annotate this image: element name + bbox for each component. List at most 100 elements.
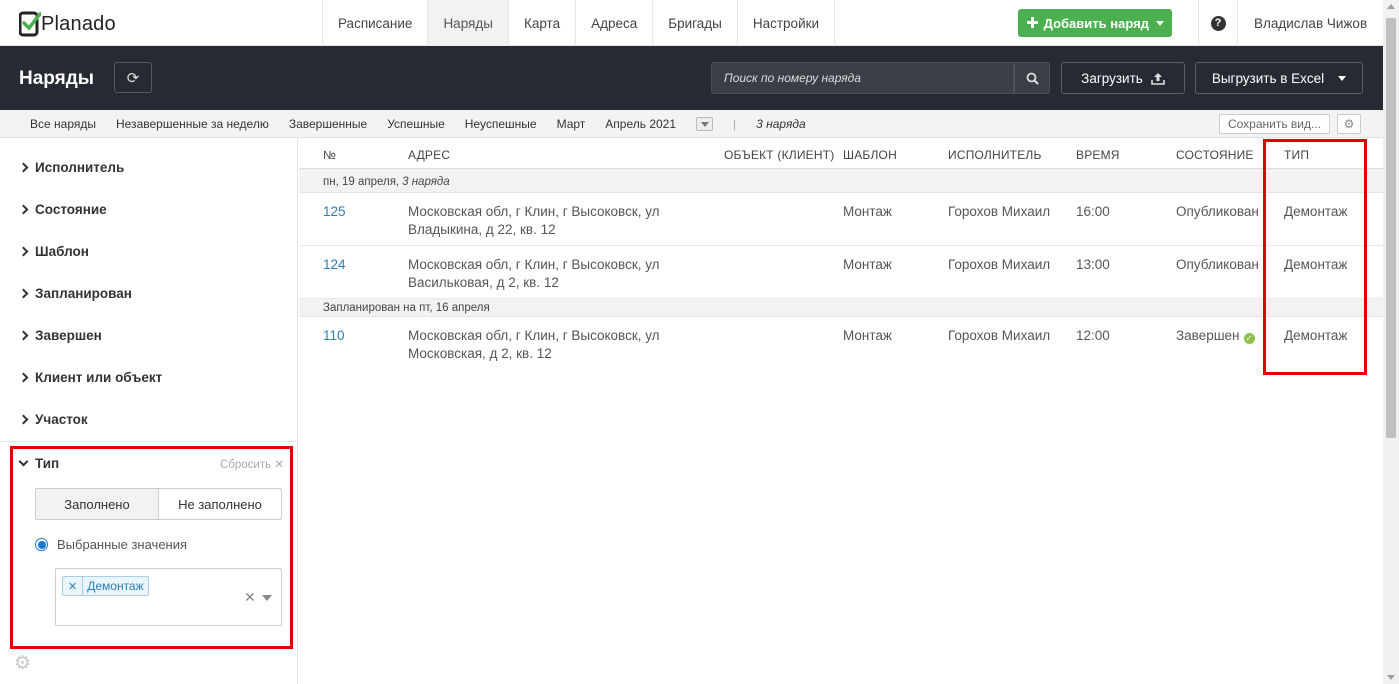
planado-logo-icon: [19, 11, 41, 37]
save-view-button[interactable]: Сохранить вид...: [1219, 114, 1330, 134]
page-scrollbar[interactable]: [1383, 0, 1399, 684]
view-settings-button[interactable]: ⚙: [1337, 114, 1361, 134]
filter-territory[interactable]: Участок: [18, 409, 88, 429]
refresh-button[interactable]: ⟳: [114, 62, 152, 93]
saved-filters-bar: Все наряды Незавершенные за неделю Завер…: [0, 110, 1383, 138]
remove-tag-icon[interactable]: ✕: [63, 577, 84, 595]
filter-completed[interactable]: Завершен: [18, 325, 102, 345]
job-address: Московская обл, г Клин, г Высоковск, ул М…: [408, 327, 660, 363]
jobs-count: 3 наряда: [756, 117, 806, 131]
filter-tab-march[interactable]: Март: [557, 117, 586, 131]
filled-option[interactable]: Заполнено: [36, 489, 159, 519]
nav-tab-addresses[interactable]: Адреса: [575, 0, 652, 46]
chevron-right-icon: [18, 204, 29, 214]
type-multiselect[interactable]: ✕ Демонтаж ✕: [55, 568, 282, 626]
job-status: Опубликован: [1176, 257, 1259, 272]
filter-tab-all[interactable]: Все наряды: [30, 117, 96, 131]
chevron-right-icon: [18, 246, 29, 256]
not-filled-option[interactable]: Не заполнено: [159, 489, 281, 519]
filter-tab-unfinished-week[interactable]: Незавершенные за неделю: [116, 117, 269, 131]
job-type: Демонтаж: [1284, 328, 1348, 343]
scroll-down-arrow-icon[interactable]: [1387, 675, 1395, 680]
address-line: Владыкина, д 22, кв. 12: [408, 222, 556, 237]
nav-tab-settings[interactable]: Настройки: [736, 0, 836, 46]
clear-selection-icon[interactable]: ✕: [244, 589, 256, 606]
filter-label: Тип: [35, 455, 60, 471]
scrollbar-thumb[interactable]: [1386, 18, 1396, 438]
divider: [0, 441, 298, 442]
nav-tab-jobs[interactable]: Наряды: [427, 0, 508, 46]
dropdown-arrow-icon[interactable]: [262, 595, 272, 601]
reset-filter-button[interactable]: Сбросить ✕: [220, 457, 284, 471]
column-template[interactable]: ШАБЛОН: [843, 148, 897, 162]
job-assignee: Горохов Михаил: [948, 328, 1051, 343]
chevron-right-icon: [18, 288, 29, 298]
filter-client[interactable]: Клиент или объект: [18, 367, 163, 387]
user-menu[interactable]: Владислав Чижов: [1254, 0, 1367, 46]
page-title: Наряды: [19, 68, 95, 89]
column-object[interactable]: ОБЪЕКТ (КЛИЕНТ): [724, 148, 834, 162]
radio-checked-icon: [35, 538, 48, 551]
filter-status[interactable]: Состояние: [18, 199, 107, 219]
job-status: Завершен ✓: [1176, 327, 1255, 345]
upload-button[interactable]: Загрузить: [1061, 62, 1185, 94]
job-number-link[interactable]: 110: [323, 327, 345, 345]
selected-tag: ✕ Демонтаж: [62, 576, 149, 596]
scroll-up-arrow-icon[interactable]: [1387, 4, 1395, 9]
filter-assignee[interactable]: Исполнитель: [18, 157, 125, 177]
question-icon: ?: [1210, 15, 1226, 31]
group-header: пн, 19 апреля, 3 наряда: [299, 171, 1383, 193]
column-type[interactable]: ТИП: [1284, 148, 1309, 162]
filter-label: Исполнитель: [35, 159, 125, 175]
add-job-button[interactable]: ✚ Добавить наряд: [1018, 9, 1172, 37]
search-button[interactable]: [1014, 62, 1050, 94]
nav-tab-map[interactable]: Карта: [507, 0, 575, 46]
gear-icon[interactable]: ⚙: [14, 652, 31, 675]
filled-toggle: Заполнено Не заполнено: [35, 488, 282, 520]
close-icon: ✕: [274, 459, 284, 471]
selected-values-radio[interactable]: Выбранные значения: [35, 537, 187, 552]
column-time[interactable]: ВРЕМЯ: [1076, 148, 1120, 162]
filter-template[interactable]: Шаблон: [18, 241, 89, 261]
job-number-link[interactable]: 124: [323, 256, 346, 274]
refresh-icon: ⟳: [126, 69, 140, 87]
filter-scheduled[interactable]: Запланирован: [18, 283, 132, 303]
column-assignee[interactable]: ИСПОЛНИТЕЛЬ: [948, 148, 1042, 162]
more-filters-dropdown[interactable]: [696, 117, 714, 131]
job-assignee: Горохов Михаил: [948, 257, 1051, 272]
filter-label: Клиент или объект: [35, 369, 163, 385]
filter-tab-finished[interactable]: Завершенные: [289, 117, 367, 131]
job-number-link[interactable]: 125: [323, 203, 346, 221]
filter-type[interactable]: Тип: [18, 453, 60, 473]
group-header: Запланирован на пт, 16 апреля: [299, 299, 1383, 317]
filter-tab-successful[interactable]: Успешные: [387, 117, 445, 131]
radio-label: Выбранные значения: [57, 537, 188, 552]
job-search: Поиск по номеру наряда: [711, 62, 1050, 94]
filter-tab-april[interactable]: Апрель 2021: [605, 117, 676, 131]
export-excel-button[interactable]: Выгрузить в Excel: [1195, 62, 1363, 94]
help-button[interactable]: ?: [1198, 0, 1238, 46]
column-status[interactable]: СОСТОЯНИЕ: [1176, 148, 1254, 162]
group-count: 3 наряда: [402, 175, 450, 188]
status-label: Завершен: [1176, 328, 1240, 343]
table-row[interactable]: 110 Московская обл, г Клин, г Высоковск,…: [299, 317, 1383, 372]
table-row[interactable]: 125 Московская обл, г Клин, г Высоковск,…: [299, 193, 1383, 246]
nav-tab-teams[interactable]: Бригады: [652, 0, 737, 46]
logo[interactable]: Planado: [19, 10, 116, 38]
upload-icon: [1151, 72, 1165, 85]
column-address[interactable]: АДРЕС: [408, 148, 450, 162]
add-job-label: Добавить наряд: [1043, 15, 1149, 31]
group-label: пн, 19 апреля,: [323, 175, 400, 188]
column-number[interactable]: №: [323, 148, 336, 162]
filter-tab-unsuccessful[interactable]: Неуспешные: [465, 117, 537, 131]
filter-label: Шаблон: [35, 243, 89, 259]
caret-down-icon: [1338, 75, 1347, 81]
job-time: 13:00: [1076, 257, 1110, 272]
job-address: Московская обл, г Клин, г Высоковск, ул В…: [408, 256, 660, 292]
address-line: Васильковая, д 2, кв. 12: [408, 275, 559, 290]
nav-tab-schedule[interactable]: Расписание: [322, 0, 427, 46]
logo-text: Planado: [41, 12, 116, 35]
main-nav-tabs: Расписание Наряды Карта Адреса Бригады Н…: [322, 0, 836, 46]
search-input[interactable]: Поиск по номеру наряда: [711, 62, 1014, 94]
table-row[interactable]: 124 Московская обл, г Клин, г Высоковск,…: [299, 246, 1383, 299]
